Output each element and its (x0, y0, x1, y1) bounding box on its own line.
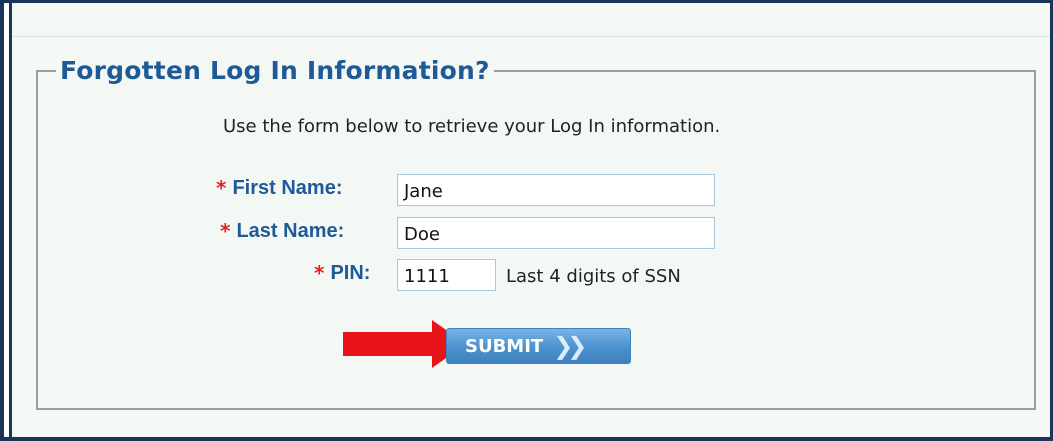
double-chevron-right-icon: ❯❯ (553, 332, 587, 360)
header-divider (12, 36, 1050, 37)
first-name-input[interactable]: Jane (397, 174, 715, 206)
last-name-label-group: * Last Name: (220, 219, 344, 243)
first-name-label-group: * First Name: (216, 176, 343, 200)
last-name-input[interactable]: Doe (397, 217, 715, 249)
pin-hint: Last 4 digits of SSN (506, 266, 681, 287)
form-title: Forgotten Log In Information? (60, 56, 490, 85)
submit-button[interactable]: SUBMIT ❯❯ (446, 328, 631, 364)
first-name-label: First Name: (232, 176, 343, 199)
required-marker: * (314, 261, 325, 285)
red-arrow-shaft (343, 332, 438, 356)
last-name-label: Last Name: (236, 219, 345, 242)
submit-button-label: SUBMIT (465, 335, 544, 357)
pin-label: PIN: (330, 261, 371, 284)
required-marker: * (220, 219, 231, 243)
pin-input[interactable]: 1111 (397, 259, 496, 291)
form-instructions: Use the form below to retrieve your Log … (223, 116, 721, 137)
pin-label-group: * PIN: (314, 261, 370, 285)
required-marker: * (216, 176, 227, 200)
